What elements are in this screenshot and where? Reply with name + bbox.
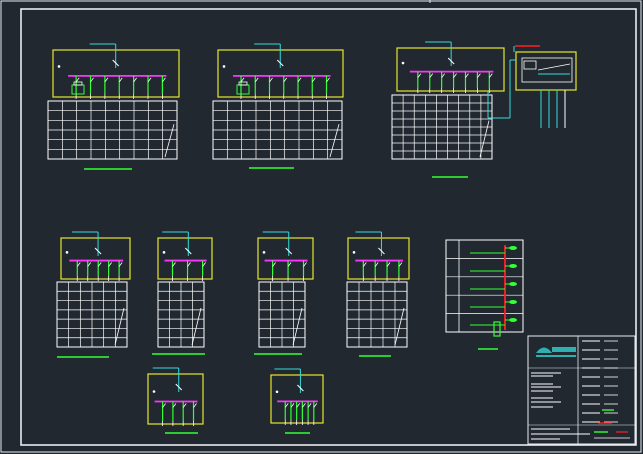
panel-marker (57, 65, 61, 68)
panel-marker (401, 61, 405, 65)
floor-box-icon (509, 246, 517, 250)
floor-box-icon (509, 300, 517, 304)
panel-marker (222, 65, 226, 68)
company-logo-icon (536, 347, 576, 357)
panel-marker (152, 390, 156, 393)
panel-marker (262, 251, 266, 254)
cad-drawing-sheet (0, 0, 643, 454)
panel-marker (162, 251, 166, 254)
panel-marker (352, 251, 356, 254)
floor-box-icon (509, 282, 517, 286)
panel-marker (275, 390, 279, 394)
panel-marker (65, 251, 69, 254)
floor-box-icon (509, 264, 517, 268)
floor-box-icon (509, 318, 517, 322)
